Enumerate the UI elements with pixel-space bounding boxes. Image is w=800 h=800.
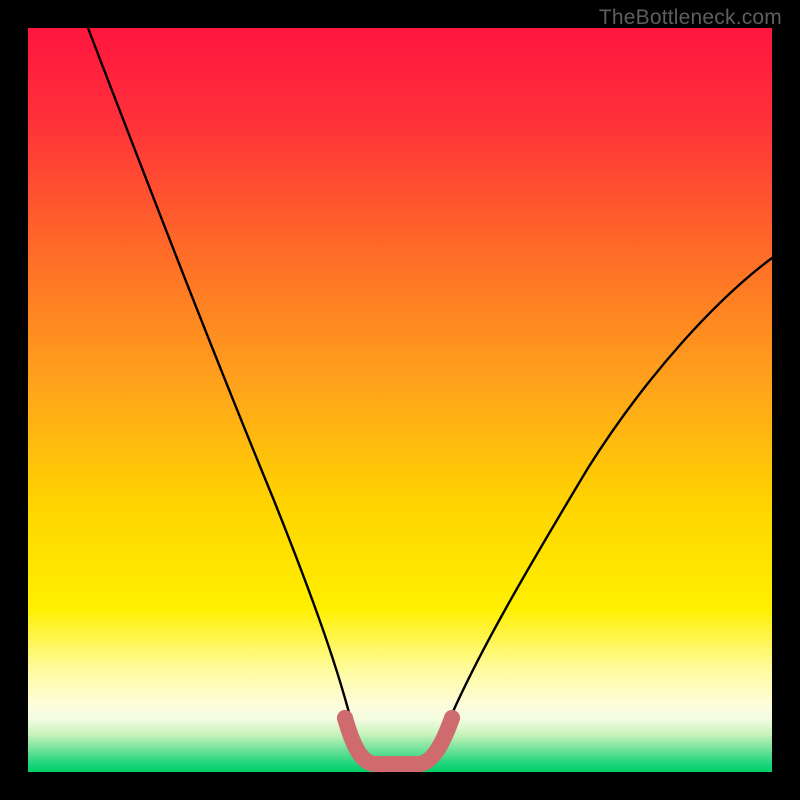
gradient-background [28,28,772,772]
outer-frame: TheBottleneck.com [0,0,800,800]
trough-end-dot-right [444,710,460,726]
chart-svg [28,28,772,772]
watermark-text: TheBottleneck.com [599,6,782,30]
trough-end-dot-left [337,710,353,726]
plot-area [28,28,772,772]
